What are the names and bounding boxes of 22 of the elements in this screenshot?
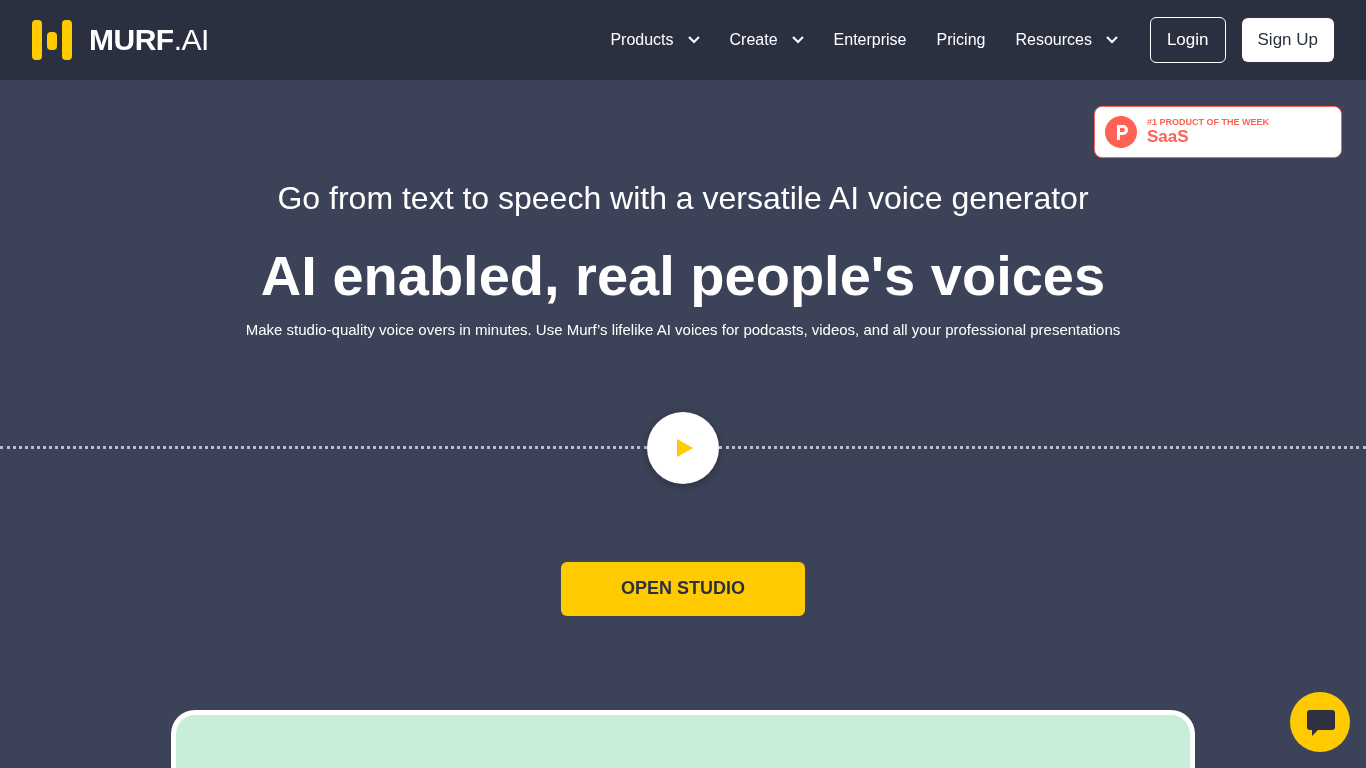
product-hunt-icon: [1105, 116, 1137, 148]
nav-link[interactable]: Pricing: [936, 31, 986, 49]
hero-headline: AI enabled, real people's voices: [260, 245, 1106, 307]
nav-dropdown[interactable]: Products: [610, 31, 700, 49]
chevron-down-icon: [791, 36, 804, 44]
nav-dropdown[interactable]: Resources: [1015, 31, 1118, 49]
signup-button[interactable]: Sign Up: [1241, 18, 1334, 62]
logo-icon: [32, 20, 72, 60]
badge-title: SaaS: [1147, 127, 1190, 147]
hero-description: Make studio-quality voice overs in minutes. Use Murf’s lifelike AI voices for podcasts, videos, and all your professional presentations: [245, 320, 1121, 338]
chevron-down-icon: [687, 36, 700, 44]
chevron-down-icon: [1105, 36, 1118, 44]
logo-wordmark[interactable]: MURF.AI: [89, 23, 209, 57]
chat-button[interactable]: [1290, 692, 1350, 752]
badge-eyebrow: #1 PRODUCT OF THE WEEK: [1147, 117, 1269, 127]
play-icon: [677, 438, 693, 457]
login-button[interactable]: Login: [1149, 17, 1226, 63]
nav-link[interactable]: Enterprise: [833, 31, 907, 49]
nav-dropdown[interactable]: Create: [729, 31, 804, 49]
open-studio-button[interactable]: OPEN STUDIO: [561, 561, 805, 616]
hero-subtitle: Go from text to speech with a versatile AI voice generator: [277, 180, 1089, 217]
chat-icon: [1304, 707, 1336, 737]
